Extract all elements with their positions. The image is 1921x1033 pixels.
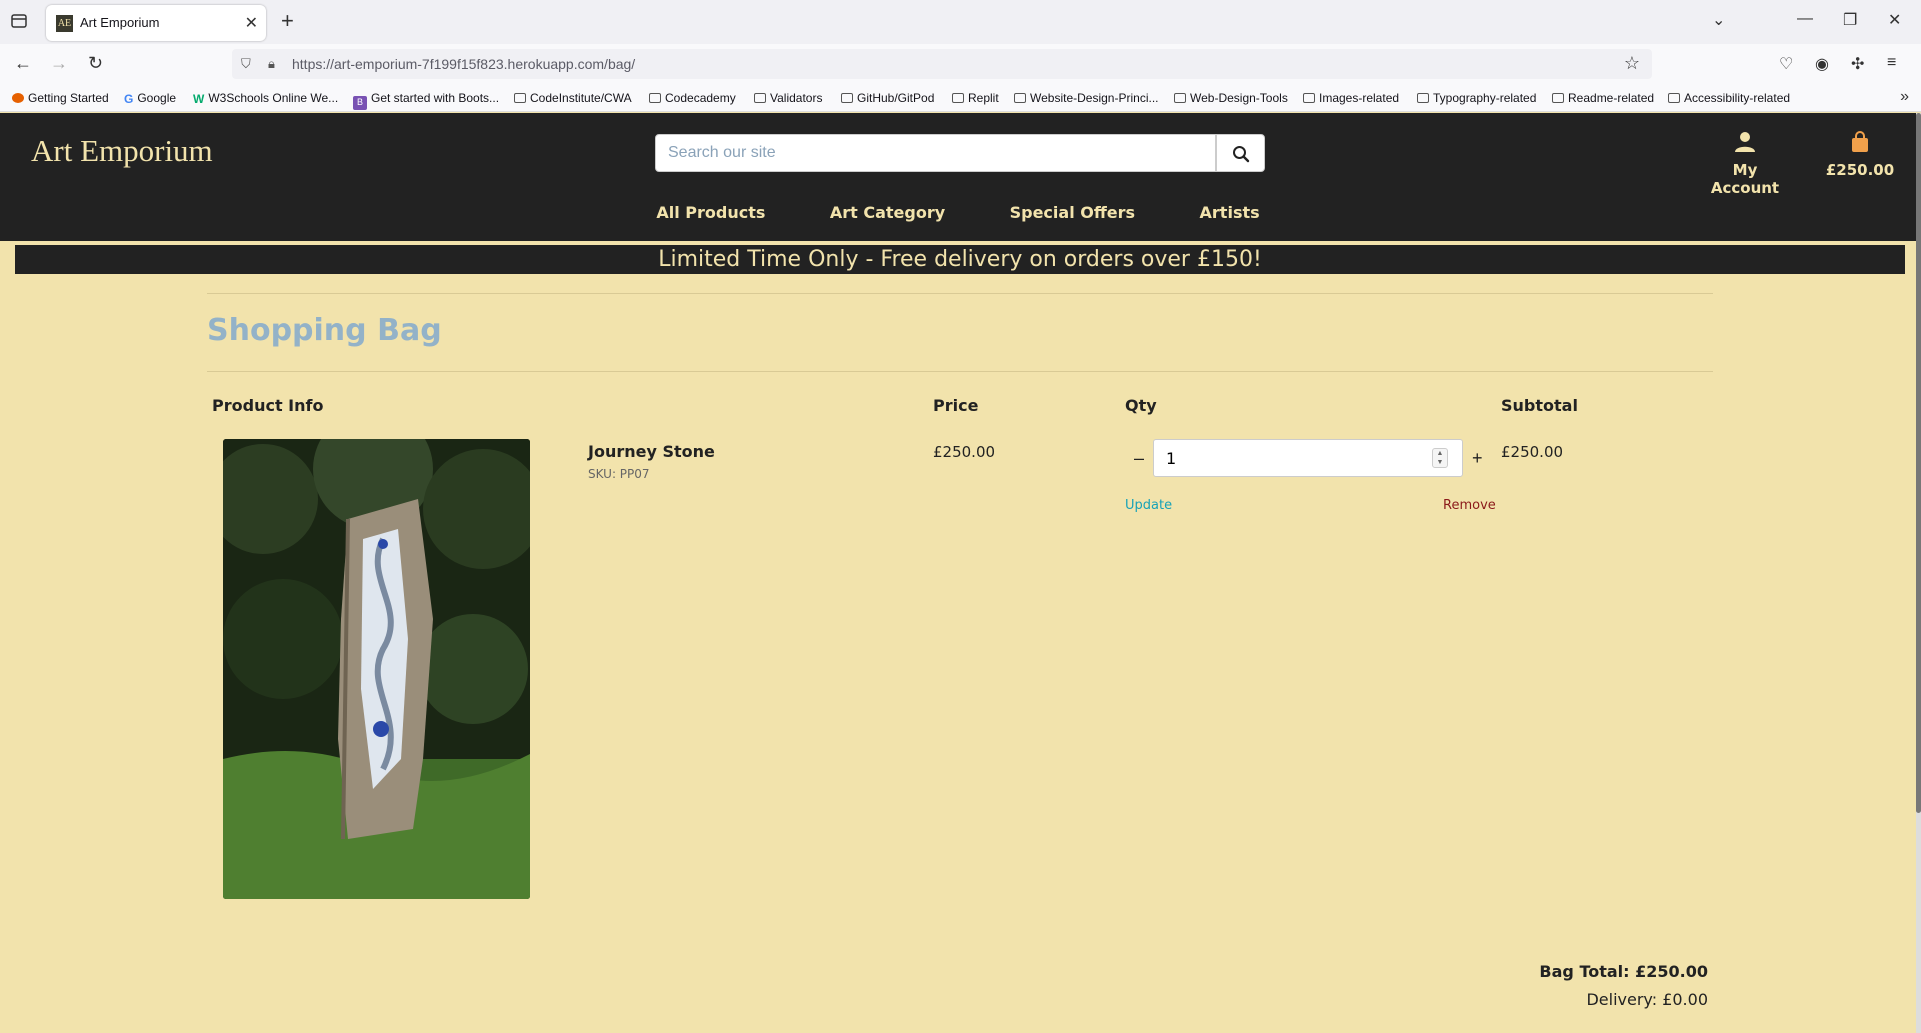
folder-icon [1303, 93, 1315, 103]
folder-icon [514, 93, 526, 103]
restore-icon[interactable]: ❐ [1843, 10, 1857, 30]
shopping-bag-icon [1852, 131, 1868, 152]
my-account-label: My Account [1710, 161, 1780, 197]
bookmark-folder[interactable]: Typography-related [1417, 91, 1536, 105]
folder-icon [754, 93, 766, 103]
divider [207, 293, 1713, 294]
scrollbar-thumb[interactable] [1916, 113, 1921, 813]
chevron-right-icon[interactable]: » [1900, 88, 1909, 106]
nav-all-products[interactable]: All Products [656, 203, 765, 222]
account-icon[interactable]: ◉ [1815, 54, 1829, 74]
delivery-cost: Delivery: £0.00 [1586, 990, 1708, 1009]
menu-icon[interactable]: ≡ [1887, 54, 1896, 72]
bookmark-folder[interactable]: Replit [952, 91, 999, 105]
search-form [655, 134, 1265, 172]
nav-art-category[interactable]: Art Category [830, 203, 945, 222]
bookmark-folder[interactable]: Website-Design-Princi... [1014, 91, 1158, 105]
w3schools-icon: W [193, 92, 205, 106]
lock-icon[interactable]: 🔒︎ [268, 56, 275, 72]
bookmark-folder[interactable]: Validators [754, 91, 822, 105]
remove-link[interactable]: Remove [1443, 498, 1496, 513]
url-bar[interactable]: ⛉ 🔒︎ https://art-emporium-7f199f15f823.h… [232, 49, 1652, 79]
column-header-product-info: Product Info [212, 396, 324, 415]
close-tab-icon[interactable]: ✕ [245, 13, 258, 33]
site-logo[interactable]: Art Emporium [31, 133, 213, 169]
column-header-subtotal: Subtotal [1501, 396, 1578, 415]
bookmark-star-icon[interactable]: ☆ [1624, 53, 1640, 74]
google-icon: G [124, 92, 134, 106]
folder-icon [1417, 93, 1429, 103]
firefox-icon [12, 93, 24, 103]
bootstrap-icon: B [353, 96, 367, 110]
bag-total: Bag Total: £250.00 [1539, 962, 1708, 981]
user-icon [1735, 132, 1755, 152]
column-header-qty: Qty [1125, 396, 1157, 415]
divider [207, 371, 1713, 372]
bookmark-item[interactable]: G Google [124, 91, 176, 106]
main-nav: All Products Art Category Special Offers… [0, 203, 1916, 223]
qty-spinner-icon[interactable]: ▲ ▼ [1432, 448, 1448, 468]
bookmark-item[interactable]: B Get started with Boots... [353, 91, 499, 110]
browser-tab-bar: AE Art Emporium ✕ + ⌄ — ❐ ✕ [0, 0, 1921, 44]
minimize-icon[interactable]: — [1797, 10, 1813, 28]
search-icon [1233, 146, 1250, 163]
product-subtotal: £250.00 [1501, 443, 1564, 461]
bookmark-folder[interactable]: Readme-related [1552, 91, 1654, 105]
update-link[interactable]: Update [1125, 498, 1172, 513]
product-name[interactable]: Journey Stone [588, 442, 715, 461]
product-image [223, 439, 530, 899]
product-price: £250.00 [933, 443, 996, 461]
delivery-banner: Limited Time Only - Free delivery on ord… [15, 245, 1905, 274]
browser-nav-bar: ← → ↻ ⛉ 🔒︎ https://art-emporium-7f199f15… [0, 44, 1921, 84]
bookmark-folder[interactable]: CodeInstitute/CWA [514, 91, 632, 105]
nav-artists[interactable]: Artists [1200, 203, 1260, 222]
pocket-icon[interactable]: ♡ [1779, 54, 1793, 74]
bookmark-folder[interactable]: Accessibility-related [1668, 91, 1790, 105]
nav-special-offers[interactable]: Special Offers [1010, 203, 1135, 222]
folder-icon [952, 93, 964, 103]
search-input[interactable] [655, 134, 1216, 172]
bookmark-folder[interactable]: GitHub/GitPod [841, 91, 934, 105]
folder-icon [841, 93, 853, 103]
chevron-down-icon[interactable]: ⌄ [1712, 10, 1725, 30]
qty-increment-button[interactable]: + [1472, 448, 1483, 469]
shopping-bag-link[interactable]: £250.00 [1820, 131, 1900, 179]
qty-decrement-button[interactable]: – [1134, 448, 1144, 469]
favicon-icon: AE [56, 15, 73, 32]
search-button[interactable] [1216, 134, 1265, 172]
close-window-icon[interactable]: ✕ [1888, 10, 1901, 30]
browser-tab-active[interactable]: AE Art Emporium ✕ [46, 5, 266, 41]
folder-icon [649, 93, 661, 103]
bookmark-folder[interactable]: Images-related [1303, 91, 1399, 105]
my-account-link[interactable]: My Account [1698, 131, 1792, 197]
folder-icon [1552, 93, 1564, 103]
bookmark-item[interactable]: Getting Started [12, 91, 109, 105]
product-sku: SKU: PP07 [588, 467, 650, 481]
tab-list-icon[interactable] [10, 12, 30, 32]
bookmark-folder[interactable]: Codecademy [649, 91, 736, 105]
extensions-icon[interactable]: ✣ [1851, 54, 1864, 74]
column-header-price: Price [933, 396, 979, 415]
tab-title: Art Emporium [80, 15, 160, 30]
cart-total: £250.00 [1825, 161, 1895, 179]
bookmark-folder[interactable]: Web-Design-Tools [1174, 91, 1288, 105]
quantity-input[interactable] [1153, 439, 1463, 477]
new-tab-icon[interactable]: + [281, 8, 294, 34]
folder-icon [1014, 93, 1026, 103]
reload-icon[interactable]: ↻ [88, 53, 103, 74]
page-title: Shopping Bag [207, 313, 442, 348]
back-icon[interactable]: ← [14, 53, 32, 74]
shield-icon[interactable]: ⛉ [241, 56, 251, 72]
site-header: Art Emporium My Account £250.00 All Prod… [0, 113, 1916, 241]
folder-icon [1174, 93, 1186, 103]
forward-icon[interactable]: → [50, 53, 68, 74]
url-text[interactable]: https://art-emporium-7f199f15f823.heroku… [292, 56, 635, 72]
bookmarks-bar: Getting Started G Google W W3Schools Onlin… [0, 84, 1921, 112]
bookmark-item[interactable]: W W3Schools Online We... [193, 91, 338, 106]
folder-icon [1668, 93, 1680, 103]
